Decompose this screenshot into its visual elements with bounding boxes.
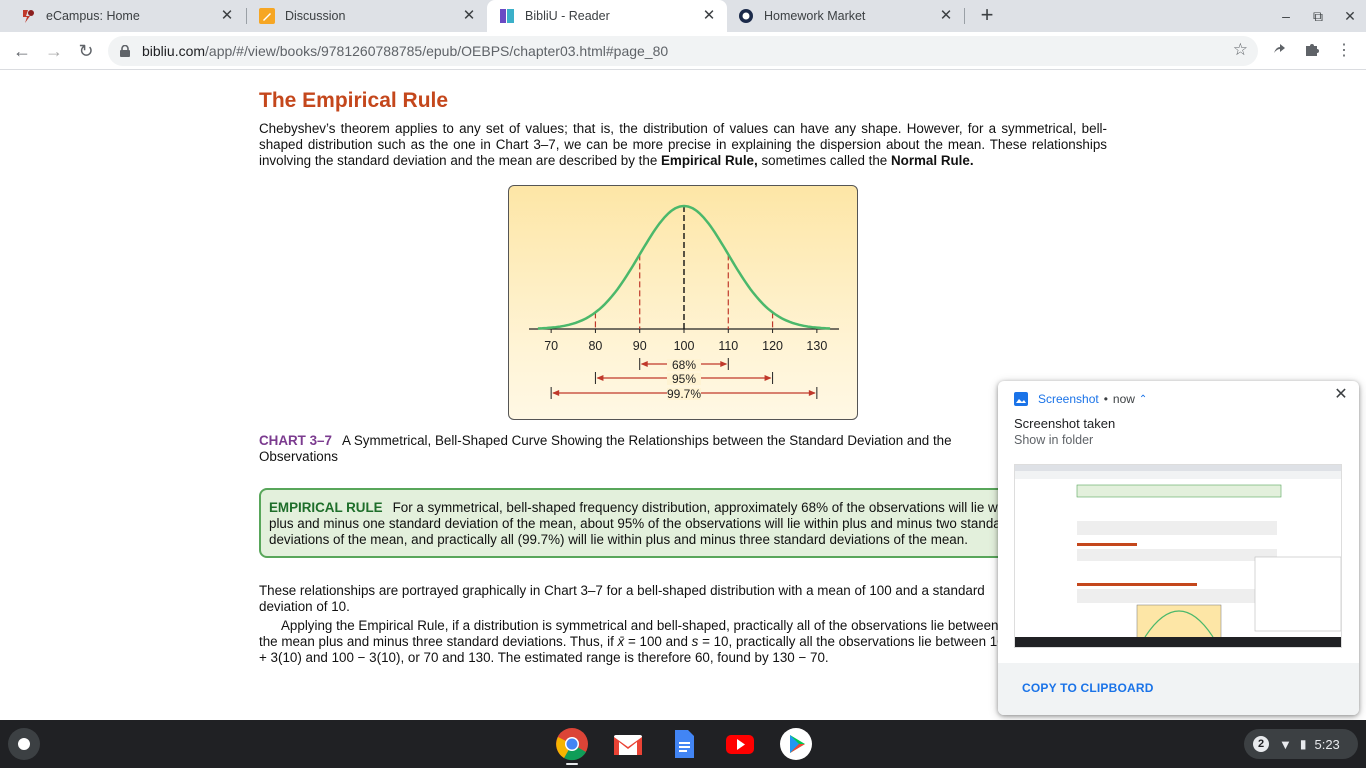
copy-to-clipboard-button[interactable]: COPY TO CLIPBOARD [1022, 681, 1154, 695]
interval-label: 95% [672, 372, 696, 386]
wifi-icon: ▼ [1279, 736, 1292, 752]
tab-strip: eCampus: Home ✕ Discussion ✕ BibliU - Re… [0, 0, 1366, 32]
interval-arrowhead [552, 390, 560, 396]
launcher-icon[interactable] [8, 728, 40, 760]
close-tab-icon[interactable]: ✕ [461, 8, 477, 24]
interval-arrowhead [596, 375, 604, 381]
active-app-indicator [566, 763, 578, 765]
url-text: bibliu.com/app/#/view/books/978126078878… [142, 43, 669, 59]
close-tab-icon[interactable]: ✕ [938, 8, 954, 24]
status-tray[interactable]: 2 ▼ ▮ 5:23 [1244, 729, 1358, 759]
empirical-rule-box: EMPIRICAL RULE For a symmetrical, bell-sh… [259, 488, 1039, 558]
intro-paragraph: Chebyshev’s theorem applies to any set o… [259, 121, 1107, 168]
tab-title: Homework Market [764, 9, 866, 23]
interval-arrowhead [808, 390, 816, 396]
chart-svg: 70 80 90 100 110 120 130 68%95%99.7% [529, 204, 839, 401]
tab-title: BibliU - Reader [525, 9, 610, 23]
youtube-icon[interactable] [723, 727, 757, 761]
interval-label: 99.7% [667, 387, 701, 401]
screenshot-thumbnail[interactable] [1014, 464, 1342, 648]
bookmark-star-icon[interactable]: ☆ [1233, 40, 1248, 60]
puzzle-extensions-icon[interactable] [1302, 41, 1322, 61]
menu-kebab-icon[interactable]: ⋮ [1334, 41, 1354, 61]
chart-caption: CHART 3–7 A Symmetrical, Bell-Shaped Curv… [259, 433, 952, 464]
homework-market-favicon [738, 8, 754, 24]
tab-separator [964, 8, 965, 24]
empirical-rule-chart: 70 80 90 100 110 120 130 68% 95% 99.7% [508, 185, 858, 420]
tab-title: Discussion [285, 9, 346, 23]
forward-icon[interactable]: → [43, 40, 65, 62]
x-tick-label: 80 [588, 339, 602, 353]
gmail-icon[interactable] [611, 727, 645, 761]
chrome-icon[interactable] [555, 727, 589, 761]
interval-arrowhead [720, 361, 728, 367]
ecampus-favicon [20, 8, 36, 24]
screenshot-notification[interactable]: Screenshot • now ⌃ ✕ Screenshot taken Sh… [998, 381, 1359, 715]
restore-icon[interactable]: ⧉ [1308, 6, 1328, 26]
x-tick-label: 110 [718, 339, 738, 353]
minimize-icon[interactable]: – [1276, 6, 1296, 26]
x-tick-label: 90 [633, 339, 647, 353]
back-icon[interactable]: ← [11, 40, 33, 62]
new-tab-icon[interactable]: + [977, 4, 997, 26]
notification-count-badge: 2 [1253, 736, 1269, 752]
notification-app: Screenshot [1038, 392, 1099, 406]
address-bar[interactable]: bibliu.com/app/#/view/books/978126078878… [108, 36, 1258, 66]
close-tab-icon[interactable]: ✕ [219, 8, 235, 24]
x-tick-label: 130 [806, 339, 827, 353]
notification-footer: COPY TO CLIPBOARD [998, 663, 1359, 715]
notification-time: now [1112, 392, 1135, 406]
interval-arrowhead [764, 375, 772, 381]
tab-ecampus[interactable]: eCampus: Home ✕ [0, 0, 245, 32]
tab-discussion[interactable]: Discussion ✕ [247, 0, 487, 32]
thumbnail-image [1015, 465, 1341, 647]
paragraph-relationships: These relationships are portrayed graphi… [259, 583, 985, 614]
docs-icon[interactable] [667, 727, 701, 761]
image-icon [1014, 392, 1028, 406]
reload-icon[interactable]: ↻ [75, 40, 97, 62]
interval-arrowhead [640, 361, 648, 367]
close-tab-icon[interactable]: ✕ [701, 8, 717, 24]
close-icon[interactable]: ✕ [1333, 387, 1349, 403]
play-store-icon[interactable] [779, 727, 813, 761]
tab-homework-market[interactable]: Homework Market ✕ [728, 0, 964, 32]
paragraph-applying-rule: Applying the Empirical Rule, if a distri… [259, 618, 1013, 665]
section-title: The Empirical Rule [259, 89, 449, 112]
browser-toolbar: ← → ↻ bibliu.com/app/#/view/books/978126… [0, 32, 1366, 70]
bibliu-favicon [499, 8, 515, 24]
chevron-up-icon[interactable]: ⌃ [1139, 394, 1147, 405]
system-shelf: 2 ▼ ▮ 5:23 [0, 720, 1366, 768]
discussion-favicon [259, 8, 275, 24]
notification-header: Screenshot • now ⌃ [1014, 392, 1147, 406]
x-tick-label: 70 [544, 339, 558, 353]
interval-label: 68% [672, 358, 696, 372]
tab-title: eCampus: Home [46, 9, 140, 23]
x-tick-label: 100 [674, 339, 695, 353]
clock-time: 5:23 [1314, 736, 1340, 752]
battery-icon: ▮ [1299, 737, 1307, 751]
lock-icon [120, 44, 130, 57]
extension-icon[interactable] [1270, 41, 1290, 61]
show-in-folder-link[interactable]: Show in folder [1014, 433, 1093, 447]
notification-title: Screenshot taken [1014, 416, 1116, 431]
x-tick-label: 120 [762, 339, 783, 353]
close-window-icon[interactable]: ✕ [1340, 6, 1360, 26]
tab-bibliu-reader[interactable]: BibliU - Reader ✕ [487, 0, 727, 32]
